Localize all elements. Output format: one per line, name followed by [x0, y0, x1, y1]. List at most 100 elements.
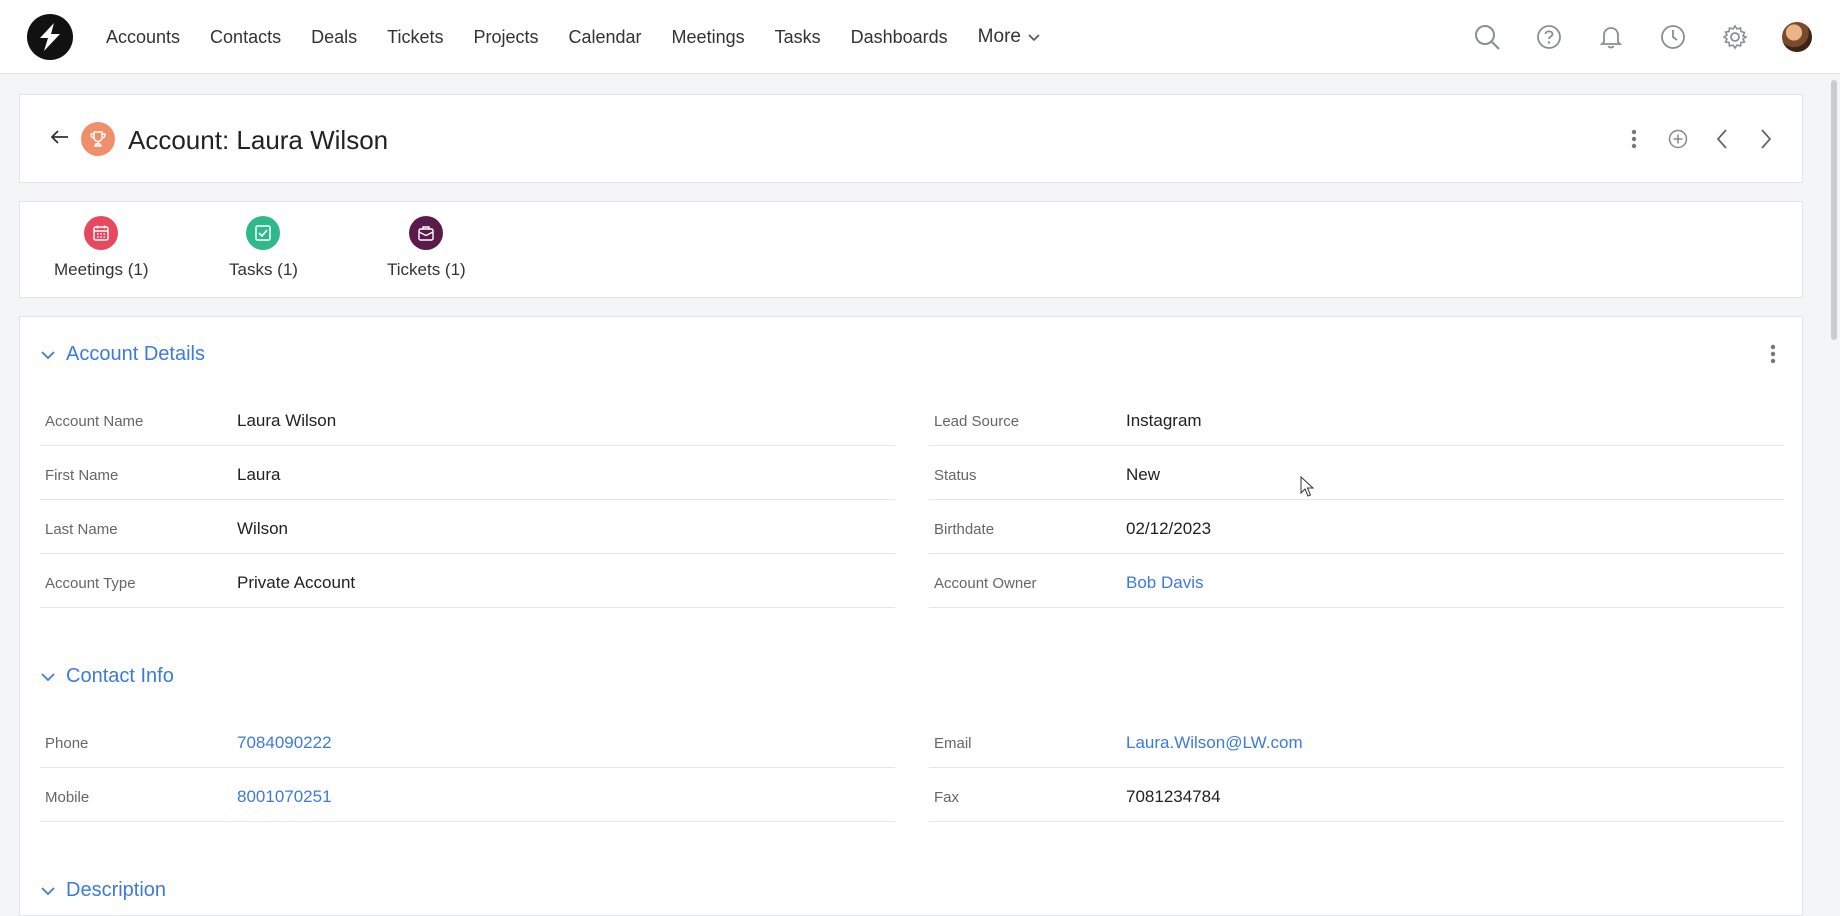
field-phone: Phone 7084090222: [40, 715, 895, 768]
user-avatar[interactable]: [1782, 22, 1812, 52]
chevron-down-icon: [1028, 34, 1040, 42]
field-label: Account Name: [45, 413, 144, 430]
nav-more-dropdown[interactable]: More: [978, 26, 1041, 48]
gear-icon: [1722, 24, 1748, 50]
related-tickets-badge: [409, 216, 444, 250]
chevron-down-icon: [41, 350, 55, 359]
related-meetings-badge: [84, 216, 119, 250]
field-status: Status New: [929, 447, 1784, 500]
account-details-title: Account Details: [66, 343, 205, 365]
history-button[interactable]: [1642, 0, 1704, 74]
search-icon: [1475, 25, 1500, 50]
related-meetings[interactable]: Meetings (1): [54, 216, 148, 280]
field-account-name: Account Name Laura Wilson: [40, 393, 895, 446]
section-menu-button[interactable]: [1758, 339, 1788, 369]
nav-deals[interactable]: Deals: [311, 27, 357, 48]
mouse-cursor-icon: [1300, 476, 1314, 497]
checkbox-icon: [255, 225, 272, 241]
settings-button[interactable]: [1704, 0, 1766, 74]
account-type-badge: [81, 122, 115, 156]
account-owner-link[interactable]: Bob Davis: [1126, 573, 1203, 593]
field-value[interactable]: Laura Wilson: [237, 411, 336, 431]
phone-link[interactable]: 7084090222: [237, 733, 332, 753]
chevron-down-icon: [41, 672, 55, 681]
nav-meetings[interactable]: Meetings: [672, 27, 745, 48]
nav-more-label: More: [977, 26, 1021, 47]
field-label: Phone: [45, 735, 89, 752]
field-value[interactable]: Laura: [237, 465, 280, 485]
vertical-dots-icon: [1631, 129, 1637, 149]
field-value[interactable]: 7081234784: [1126, 787, 1221, 807]
record-details: Account Details Account Name Laura Wilso…: [19, 316, 1803, 916]
related-tasks[interactable]: Tasks (1): [229, 216, 298, 280]
field-label: Birthdate: [934, 521, 995, 538]
field-email: Email Laura.Wilson@LW.com: [929, 715, 1784, 768]
related-meetings-label: Meetings (1): [54, 260, 149, 279]
notifications-button[interactable]: [1580, 0, 1642, 74]
page-scrollbar[interactable]: [1831, 80, 1837, 340]
page-title: Account: Laura Wilson: [128, 125, 389, 155]
previous-record-button[interactable]: [1700, 117, 1744, 161]
nav-projects[interactable]: Projects: [473, 27, 538, 48]
field-label: Mobile: [45, 789, 90, 806]
field-account-type: Account Type Private Account: [40, 555, 895, 608]
related-tickets[interactable]: Tickets (1): [387, 216, 466, 280]
description-toggle[interactable]: Description: [40, 879, 166, 902]
field-account-owner: Account Owner Bob Davis: [929, 555, 1784, 608]
field-last-name: Last Name Wilson: [40, 501, 895, 554]
top-nav: Accounts Contacts Deals Tickets Projects…: [0, 0, 1840, 74]
next-record-button[interactable]: [1744, 117, 1788, 161]
help-button[interactable]: [1518, 0, 1580, 74]
more-actions-button[interactable]: [1612, 117, 1656, 161]
email-link[interactable]: Laura.Wilson@LW.com: [1126, 733, 1303, 753]
field-birthdate: Birthdate 02/12/2023: [929, 501, 1784, 554]
bell-icon: [1599, 27, 1623, 49]
record-actions: [1612, 117, 1788, 161]
nav-tickets[interactable]: Tickets: [387, 27, 443, 48]
logo-icon: [40, 23, 60, 51]
history-icon: [1661, 25, 1685, 49]
field-fax: Fax 7081234784: [929, 769, 1784, 822]
search-button[interactable]: [1456, 0, 1518, 74]
ticket-icon: [418, 226, 435, 241]
field-mobile: Mobile 8001070251: [40, 769, 895, 822]
nav-icons: [1456, 0, 1840, 74]
plus-circle-icon: [1668, 129, 1688, 149]
related-records: Meetings (1) Tasks (1) Tickets (1): [19, 201, 1803, 298]
field-label: Email: [934, 735, 972, 752]
help-icon: [1537, 25, 1561, 49]
field-label: Fax: [934, 789, 960, 806]
back-button[interactable]: [44, 121, 76, 153]
nav-contacts[interactable]: Contacts: [210, 27, 281, 48]
nav-calendar[interactable]: Calendar: [569, 27, 642, 48]
field-first-name: First Name Laura: [40, 447, 895, 500]
chevron-right-icon: [1761, 129, 1772, 149]
field-value[interactable]: Private Account: [237, 573, 355, 593]
record-header: Account: Laura Wilson: [19, 94, 1803, 183]
nav-dashboards[interactable]: Dashboards: [851, 27, 948, 48]
calendar-icon: [93, 225, 109, 241]
field-lead-source: Lead Source Instagram: [929, 393, 1784, 446]
chevron-down-icon: [41, 886, 55, 895]
add-button[interactable]: [1656, 117, 1700, 161]
chevron-left-icon: [1716, 129, 1727, 149]
mobile-link[interactable]: 8001070251: [237, 787, 332, 807]
related-tasks-badge: [246, 216, 281, 250]
nav-tasks[interactable]: Tasks: [775, 27, 821, 48]
field-label: Account Owner: [934, 575, 1037, 592]
contact-info-title: Contact Info: [66, 665, 174, 687]
vertical-dots-icon: [1770, 344, 1776, 364]
field-value[interactable]: New: [1126, 465, 1160, 485]
field-value[interactable]: 02/12/2023: [1126, 519, 1211, 539]
field-label: Last Name: [45, 521, 118, 538]
arrow-left-icon: [50, 130, 68, 144]
nav-accounts[interactable]: Accounts: [106, 27, 180, 48]
field-label: First Name: [45, 467, 119, 484]
field-value[interactable]: Instagram: [1126, 411, 1202, 431]
main-menu: Accounts Contacts Deals Tickets Projects…: [106, 0, 1071, 74]
trophy-icon: [90, 131, 106, 147]
contact-info-toggle[interactable]: Contact Info: [40, 665, 174, 688]
app-logo[interactable]: [27, 14, 73, 60]
field-value[interactable]: Wilson: [237, 519, 288, 539]
account-details-toggle[interactable]: Account Details: [40, 343, 205, 366]
